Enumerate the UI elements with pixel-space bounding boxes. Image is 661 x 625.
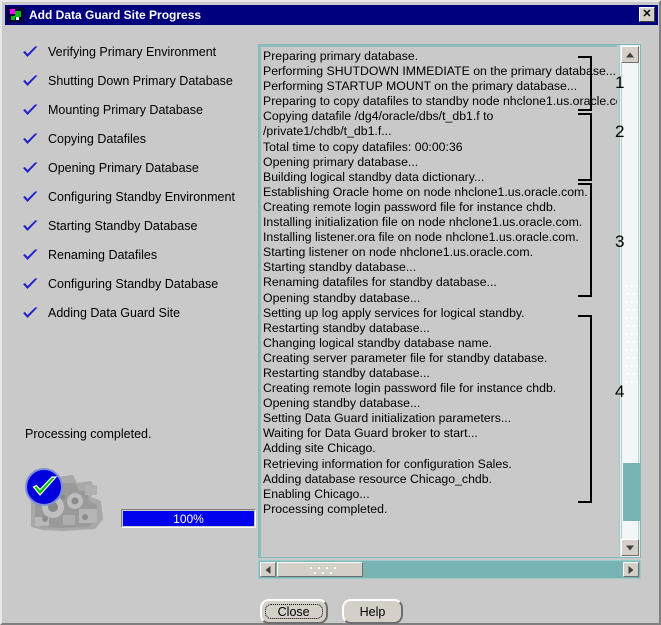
log-line: Enabling Chicago...: [263, 486, 370, 501]
log-line: Copying datafile /dg4/oracle/dbs/t_db1.f…: [263, 109, 494, 124]
progress-bar-fill: 100%: [123, 511, 254, 526]
window-title: Add Data Guard Site Progress: [29, 8, 202, 22]
progress-percent-label: 100%: [173, 511, 204, 526]
log-line: /private1/chdb/t_db1.f...: [263, 124, 392, 139]
log-line: Opening primary database...: [263, 154, 419, 169]
app-icon: [7, 7, 25, 23]
dialog-button-row: Close Help: [5, 599, 658, 624]
log-vertical-scrollbar[interactable]: [619, 45, 640, 557]
progress-step-label: Adding Data Guard Site: [48, 306, 181, 320]
progress-step: Configuring Standby Environment: [22, 189, 247, 218]
dialog-window: Add Data Guard Site Progress ✕ Verifying…: [0, 0, 661, 625]
scroll-right-button[interactable]: [623, 562, 639, 577]
checkmark-icon: [22, 249, 39, 263]
log-line: Preparing to copy datafiles to standby n…: [263, 94, 617, 109]
chevron-left-icon: [265, 565, 271, 574]
log-line: Opening standby database...: [263, 290, 421, 305]
log-line: Changing logical standby database name.: [263, 335, 493, 350]
scroll-left-button[interactable]: [260, 562, 276, 577]
progress-step-label: Opening Primary Database: [48, 161, 199, 175]
checkmark-icon: [22, 220, 39, 234]
progress-step-list: Verifying Primary Environment Shutting D…: [22, 44, 247, 334]
log-text-area[interactable]: Preparing primary database. Performing S…: [259, 45, 617, 557]
title-bar: Add Data Guard Site Progress ✕: [5, 5, 658, 25]
checkmark-icon: [22, 307, 39, 321]
log-output-panel: Preparing primary database. Performing S…: [258, 44, 641, 558]
close-button[interactable]: Close: [259, 599, 328, 624]
completed-badge: [25, 468, 63, 506]
log-line: Total time to copy datafiles: 00:00:36: [263, 139, 463, 154]
log-line: Installing initialization file on node n…: [263, 215, 583, 230]
status-message: Processing completed.: [25, 427, 152, 441]
scroll-grip-dots: [310, 567, 338, 575]
chevron-down-icon: [626, 545, 634, 550]
log-line: Installing listener.ora file on node nhc…: [263, 230, 579, 245]
progress-step: Configuring Standby Database: [22, 276, 247, 305]
checkmark-icon: [22, 75, 39, 89]
progress-step: Opening Primary Database: [22, 160, 247, 189]
log-line: Creating remote login password file for …: [263, 381, 557, 396]
log-lines: Preparing primary database. Performing S…: [263, 49, 617, 517]
progress-step: Shutting Down Primary Database: [22, 73, 247, 102]
progress-step-label: Configuring Standby Environment: [48, 190, 235, 204]
log-line: Restarting standby database...: [263, 365, 430, 380]
checkmark-icon: [22, 278, 39, 292]
progress-step-label: Verifying Primary Environment: [48, 45, 217, 59]
chevron-up-icon: [626, 52, 634, 57]
help-button[interactable]: Help: [341, 599, 404, 624]
close-icon[interactable]: ✕: [639, 7, 655, 22]
progress-step-label: Configuring Standby Database: [48, 277, 219, 291]
log-line: Setting up log apply services for logica…: [263, 305, 525, 320]
progress-step-label: Starting Standby Database: [48, 219, 198, 233]
processing-graphic: [23, 467, 107, 539]
scroll-grip-dots: [624, 283, 639, 393]
checkmark-icon: [22, 162, 39, 176]
log-line: Establishing Oracle home on node nhclone…: [263, 184, 588, 199]
log-line: Preparing primary database.: [263, 49, 419, 63]
progress-step-label: Copying Datafiles: [48, 132, 146, 146]
log-line: Starting listener on node nhclone1.us.or…: [263, 245, 534, 260]
log-line: Performing STARTUP MOUNT on the primary …: [263, 79, 578, 94]
progress-step: Mounting Primary Database: [22, 102, 247, 131]
progress-step-label: Shutting Down Primary Database: [48, 74, 233, 88]
log-line: Setting Data Guard initialization parame…: [263, 411, 512, 426]
progress-bar: 100%: [121, 509, 256, 528]
log-line: Adding database resource Chicago_chdb.: [263, 471, 493, 486]
log-line: Retrieving information for configuration…: [263, 456, 512, 471]
horizontal-scroll-thumb[interactable]: [277, 562, 363, 577]
log-line: Adding site Chicago.: [263, 441, 376, 456]
scroll-up-button[interactable]: [621, 46, 639, 63]
log-line: Waiting for Data Guard broker to start..…: [263, 426, 478, 441]
progress-step: Adding Data Guard Site: [22, 305, 247, 334]
log-line: Creating remote login password file for …: [263, 199, 557, 214]
log-line: Creating server parameter file for stand…: [263, 350, 548, 365]
checkmark-icon: [22, 46, 39, 60]
progress-step: Starting Standby Database: [22, 218, 247, 247]
progress-step: Verifying Primary Environment: [22, 44, 247, 73]
log-line: Building logical standby data dictionary…: [263, 169, 485, 184]
log-line: Starting standby database...: [263, 260, 417, 275]
scroll-down-button[interactable]: [621, 539, 639, 556]
checkmark-icon: [22, 133, 39, 147]
vertical-scroll-thumb[interactable]: [623, 463, 640, 521]
progress-step-label: Renaming Datafiles: [48, 248, 158, 262]
log-line: Opening standby database...: [263, 396, 421, 411]
chevron-right-icon: [628, 565, 634, 574]
progress-step-label: Mounting Primary Database: [48, 103, 203, 117]
log-line: Processing completed.: [263, 501, 388, 516]
log-line: Restarting standby database...: [263, 320, 430, 335]
progress-step: Copying Datafiles: [22, 131, 247, 160]
log-line: Performing SHUTDOWN IMMEDIATE on the pri…: [263, 64, 617, 79]
vertical-scroll-track[interactable]: [621, 63, 640, 539]
checkmark-icon: [22, 191, 39, 205]
log-horizontal-scrollbar[interactable]: [258, 560, 641, 579]
dialog-body: Verifying Primary Environment Shutting D…: [5, 27, 658, 624]
progress-step: Renaming Datafiles: [22, 247, 247, 276]
checkmark-icon: [22, 104, 39, 118]
log-line: Renaming datafiles for standby database.…: [263, 275, 497, 290]
